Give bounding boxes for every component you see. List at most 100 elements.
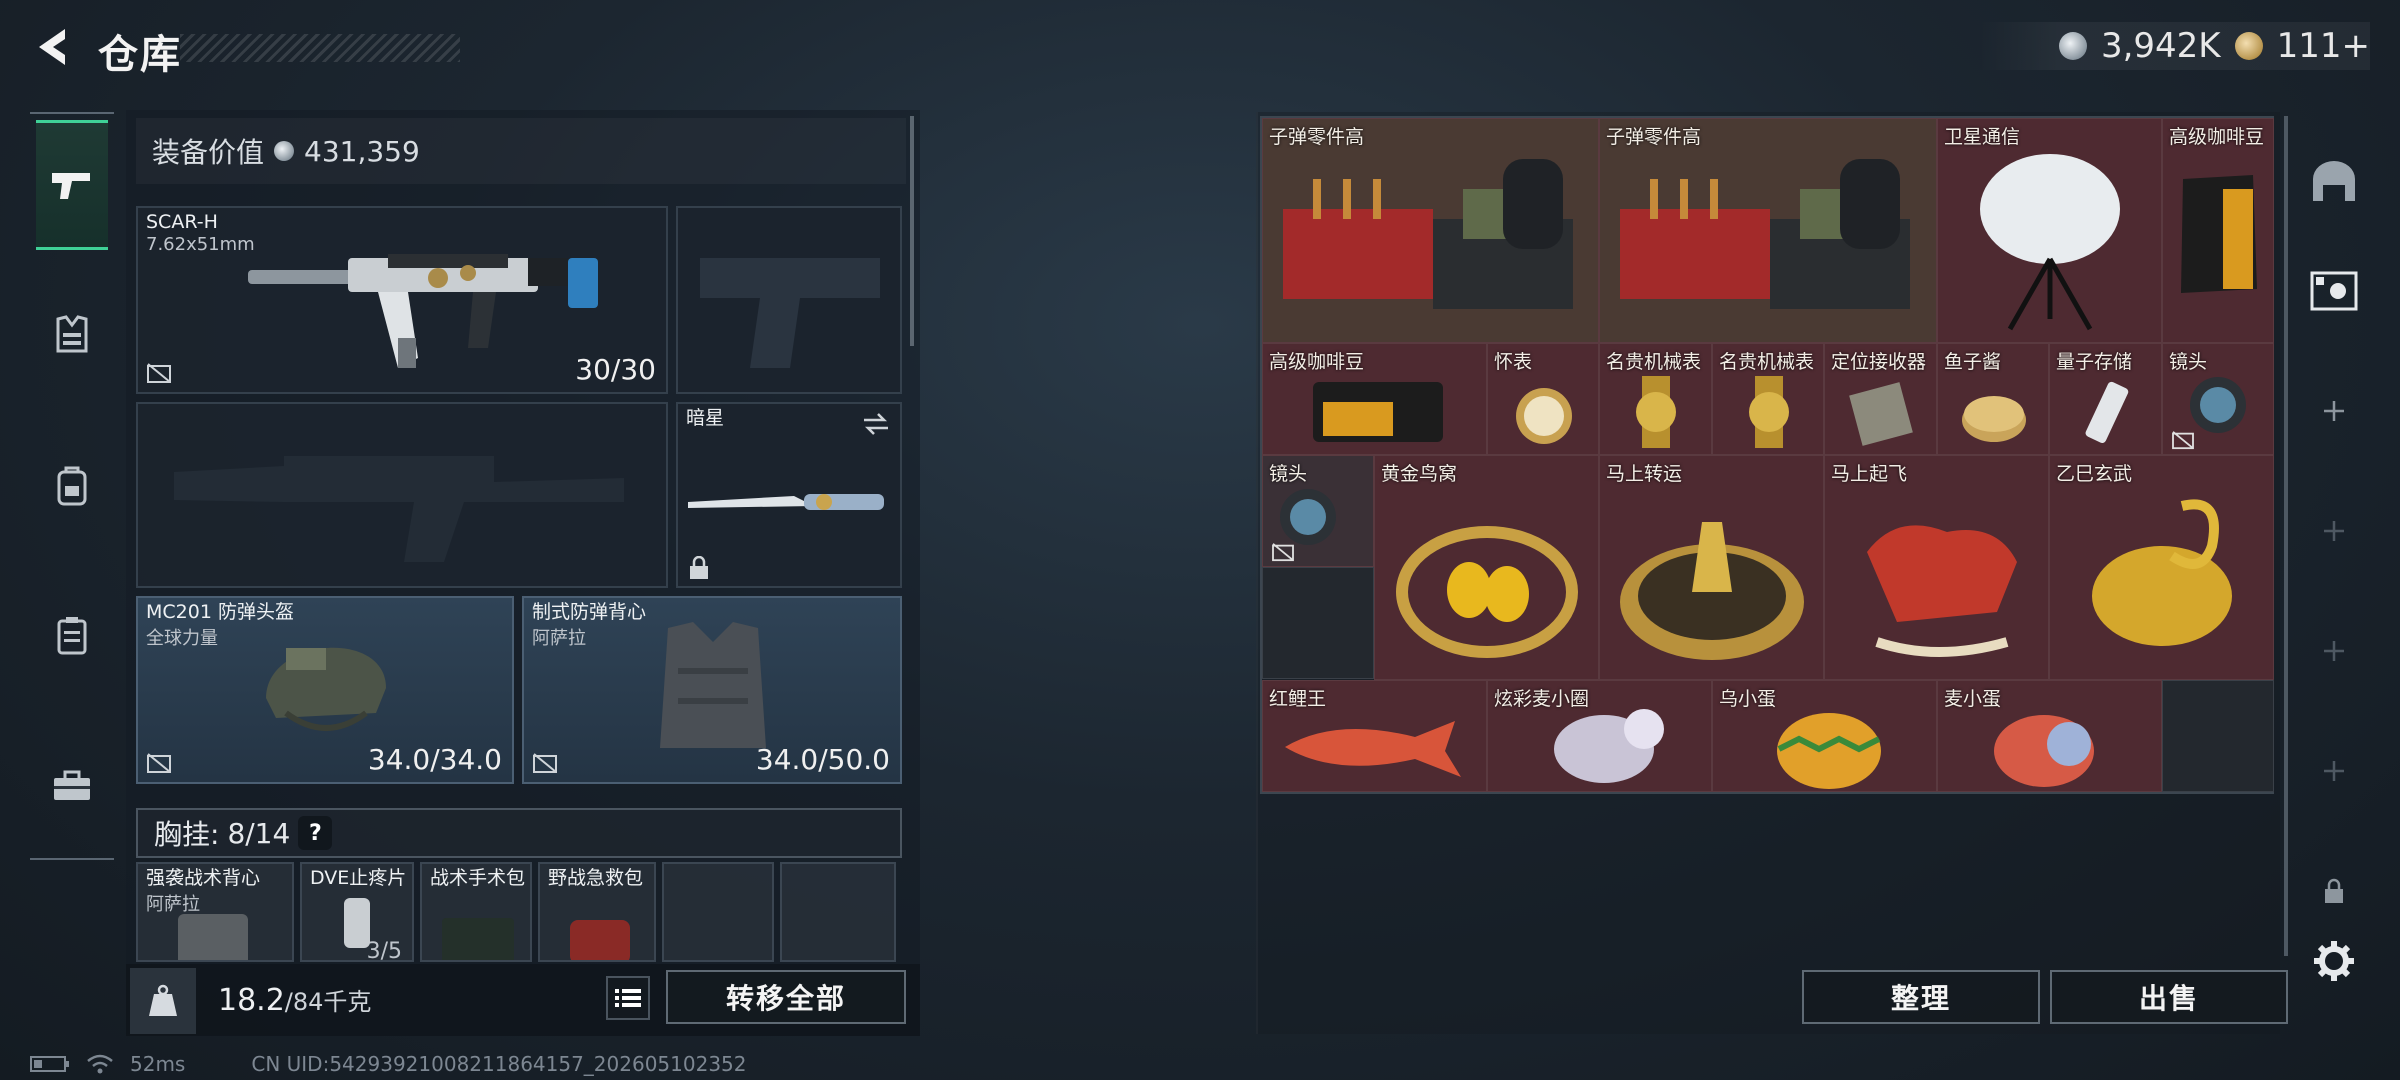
chest-item-1[interactable]: 强袭战术背心 阿萨拉 (136, 862, 294, 962)
add-storage-tab[interactable] (2294, 726, 2374, 816)
kg-weight-icon (149, 984, 177, 1016)
gear-box-icon (2310, 271, 2358, 311)
storage-item[interactable]: 麦小蛋 (1937, 680, 2162, 792)
ping: 52ms (130, 1052, 186, 1076)
sort-button[interactable]: 整理 (1802, 970, 2040, 1024)
helmet-slot[interactable]: MC201 防弹头盔 全球力量 34.0/34.0 (136, 596, 514, 784)
insurance-off-icon (1272, 543, 1294, 562)
storage-item[interactable]: 名贵机械表 (1712, 343, 1824, 455)
storage-item[interactable]: 名贵机械表 (1599, 343, 1712, 455)
case-icon (57, 617, 87, 655)
page-title: 仓库 (98, 32, 182, 78)
storage-tab-home[interactable] (2294, 136, 2374, 226)
storage-item[interactable]: 鱼子酱 (1937, 343, 2049, 455)
storage-item[interactable]: 子弹零件高 (1599, 118, 1937, 343)
item-name: 黄金鸟窝 (1381, 463, 1458, 485)
item-name: 马上转运 (1606, 463, 1683, 485)
add-storage-tab[interactable] (2294, 366, 2374, 456)
item-name: 名贵机械表 (1606, 351, 1702, 373)
add-storage-tab[interactable] (2294, 486, 2374, 576)
storage-scrollbar[interactable] (2284, 116, 2288, 956)
item-name: DVE止疼片 (310, 867, 407, 889)
coin-icon (2058, 32, 2087, 60)
sell-button[interactable]: 出售 (2050, 970, 2288, 1024)
equipment-scrollbar[interactable] (910, 116, 914, 346)
transfer-all-button[interactable]: 转移全部 (666, 970, 906, 1024)
empty-cell[interactable] (1262, 567, 1374, 679)
chest-item-2[interactable]: DVE止疼片 3/5 (300, 862, 414, 962)
caviar-tin-image (1962, 396, 2026, 442)
pills-image (344, 898, 370, 948)
storage-item[interactable]: 量子存储 (2049, 343, 2162, 455)
storage-item[interactable]: 红鲤王 (1262, 680, 1487, 792)
list-view-button[interactable] (606, 976, 650, 1020)
backpack-icon (57, 466, 87, 506)
settings-button[interactable] (2294, 916, 2374, 1006)
chest-item-4[interactable]: 野战急救包 (538, 862, 656, 962)
usb-drive-image (2085, 381, 2129, 443)
knife-image (688, 494, 884, 510)
empty-cell[interactable] (2162, 680, 2274, 792)
storage-tab-gear[interactable] (2294, 246, 2374, 336)
help-button[interactable]: ? (298, 816, 333, 850)
primary-weapon-slot[interactable]: SCAR-H 7.62x51mm 30/30 (136, 206, 668, 394)
secondary-rifle-slot[interactable] (136, 402, 668, 588)
storage-item[interactable]: 怀表 (1487, 343, 1599, 455)
chest-item-3[interactable]: 战术手术包 (420, 862, 532, 962)
storage-item[interactable]: 镜头 (1262, 455, 1374, 567)
weight-current: 18.2 (218, 983, 285, 1018)
storage-item[interactable]: 马上转运 (1599, 455, 1824, 680)
item-name: 怀表 (1494, 351, 1533, 373)
storage-item[interactable]: 卫星通信 (1937, 118, 2162, 343)
storage-item[interactable]: 定位接收器 (1824, 343, 1937, 455)
armor-name: 制式防弹背心 (532, 601, 647, 623)
storage-item[interactable]: 高级咖啡豆 (2162, 118, 2274, 343)
back-button[interactable] (26, 22, 76, 72)
storage-item[interactable]: 乌小蛋 (1712, 680, 1937, 792)
melee-slot[interactable]: 暗星 (676, 402, 902, 588)
nav-backpack[interactable] (36, 420, 108, 550)
storage-item[interactable]: 乙巳玄武 (2049, 455, 2274, 680)
title-decoration (180, 34, 460, 62)
ammo-crate-image (1283, 159, 1573, 309)
weight-icon (130, 968, 196, 1034)
vest-icon (56, 315, 88, 353)
nav-weapons[interactable] (36, 120, 108, 250)
pistol-placeholder-icon (700, 258, 880, 368)
weapon-name: SCAR-H (146, 211, 218, 233)
melee-name: 暗星 (686, 407, 725, 429)
helmet-image (266, 647, 386, 731)
nav-armor[interactable] (36, 270, 108, 400)
storage-item[interactable]: 黄金鸟窝 (1374, 455, 1599, 680)
weight-max: /84千克 (284, 988, 372, 1016)
right-nav (2294, 116, 2374, 1006)
storage-item[interactable]: 炫彩麦小圈 (1487, 680, 1712, 792)
lock-icon (690, 556, 708, 579)
toolbox-icon (54, 770, 90, 800)
equipment-value: 装备价值 431,359 (136, 118, 906, 184)
storage-item[interactable]: 镜头 (2162, 343, 2274, 455)
item-name: 名贵机械表 (1719, 351, 1815, 373)
secondary-weapon-slot[interactable] (676, 206, 902, 394)
nav-toolbox[interactable] (36, 720, 108, 850)
nav-case[interactable] (36, 570, 108, 700)
vest-image (660, 622, 766, 748)
status-line: 52ms CN UID:54293921008211864157_2026051… (30, 1052, 747, 1076)
storage-item[interactable]: 子弹零件高 (1262, 118, 1599, 343)
vest-image (178, 914, 248, 960)
armor-slot[interactable]: 制式防弹背心 阿萨拉 34.0/50.0 (522, 596, 902, 784)
swap-icon[interactable] (862, 412, 890, 436)
wifi-icon (87, 1054, 113, 1074)
chest-empty-slot-2[interactable] (780, 862, 896, 962)
helmet-faction: 全球力量 (146, 628, 218, 649)
equipment-value-amount: 431,359 (304, 134, 420, 168)
locator-receiver-image (1849, 382, 1913, 446)
pistol-icon (52, 173, 90, 199)
item-name: 子弹零件高 (1606, 126, 1702, 148)
add-storage-tab[interactable] (2294, 606, 2374, 696)
satellite-dish-image (1980, 154, 2120, 331)
chest-empty-slot-1[interactable] (662, 862, 774, 962)
storage-item[interactable]: 高级咖啡豆 (1262, 343, 1487, 455)
item-name: 鱼子酱 (1944, 351, 2002, 373)
storage-item[interactable]: 马上起飞 (1824, 455, 2049, 680)
